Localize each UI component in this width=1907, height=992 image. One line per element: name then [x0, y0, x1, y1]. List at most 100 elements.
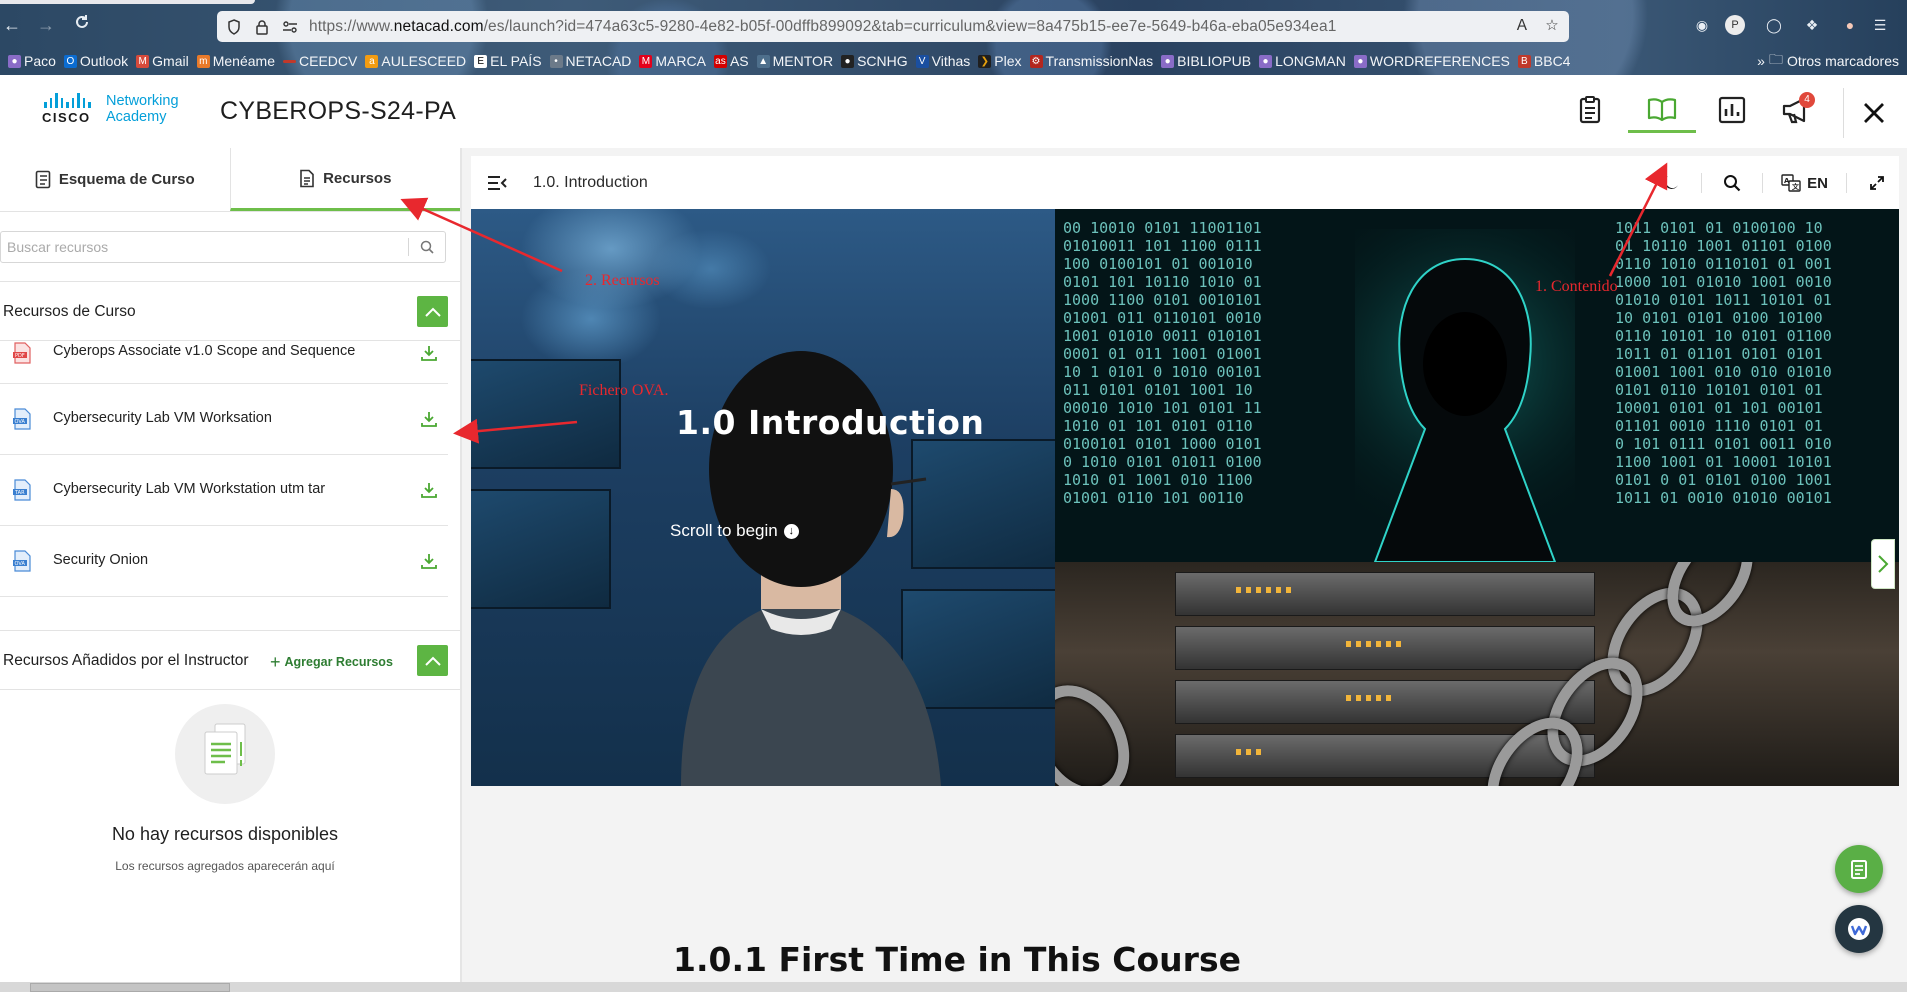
- resource-label: Cybersecurity Lab VM Workstation utm tar: [53, 481, 326, 497]
- resources-panel: Esquema de Curso Recursos Recursos de Cu…: [0, 148, 462, 982]
- toolbar-divider: [1762, 173, 1764, 193]
- bookmark-item[interactable]: ⚙ TransmissionNas: [1029, 53, 1153, 69]
- taskbar-window[interactable]: [30, 983, 230, 992]
- tracking-shield-icon[interactable]: [223, 16, 245, 38]
- content-toolbar: 1.0. Introduction A文 EN: [471, 156, 1899, 211]
- svg-text:TAR: TAR: [14, 490, 25, 496]
- announcements-button[interactable]: 4: [1762, 87, 1830, 133]
- svg-text:PDF: PDF: [15, 353, 25, 359]
- scroll-to-begin[interactable]: Scroll to begin ↓: [670, 521, 799, 541]
- tab-course-outline[interactable]: Esquema de Curso: [0, 148, 230, 211]
- list-item[interactable]: OVA Security Onion: [0, 526, 448, 597]
- annotation-recursos: 2. Recursos: [585, 272, 660, 289]
- dark-mode-toggle[interactable]: [1659, 171, 1683, 195]
- bookmark-item[interactable]: m Menéame: [196, 53, 275, 69]
- forward-button[interactable]: →: [34, 13, 58, 37]
- back-button[interactable]: ←: [0, 13, 24, 37]
- download-icon[interactable]: [420, 410, 438, 428]
- permissions-icon[interactable]: [279, 16, 301, 38]
- add-resources-button[interactable]: + Agregar Recursos: [270, 652, 393, 672]
- bar-chart-icon: [1718, 96, 1746, 124]
- empty-state: No hay recursos disponibles Los recursos…: [0, 704, 450, 873]
- instructor-resources-header[interactable]: Recursos Añadidos por el Instructor + Agr…: [0, 630, 460, 690]
- tab-resources[interactable]: Recursos: [229, 148, 460, 211]
- as-icon: as: [713, 54, 727, 68]
- fullscreen-button[interactable]: [1865, 171, 1889, 195]
- svg-text:OVA: OVA: [15, 419, 26, 425]
- hero-banner: 00 10010 0101 11001101 01010011 101 1100…: [471, 209, 1899, 786]
- bookmark-item[interactable]: ▲ MENTOR: [756, 53, 833, 69]
- language-selector[interactable]: A文 EN: [1781, 174, 1828, 192]
- pdf-file-icon: PDF: [13, 342, 31, 364]
- content-book-button[interactable]: [1628, 87, 1696, 133]
- bookmark-item[interactable]: ● WORDREFERENCES: [1353, 53, 1510, 69]
- close-icon: [1863, 103, 1884, 123]
- course-title: CYBEROPS-S24-PA: [220, 97, 457, 125]
- elpais-icon: E: [474, 54, 488, 68]
- app-menu-extra-icon[interactable]: ●: [1838, 13, 1862, 37]
- assistant-bot-icon: [1848, 918, 1870, 940]
- plus-icon: +: [270, 652, 281, 672]
- download-icon[interactable]: [420, 481, 438, 499]
- collapse-instructor-resources-button[interactable]: [417, 645, 448, 676]
- bookmark-star-icon[interactable]: ☆: [1541, 15, 1563, 37]
- collapse-course-resources-button[interactable]: [417, 296, 448, 327]
- assignments-button[interactable]: [1556, 87, 1624, 133]
- address-bar[interactable]: https://www.netacad.com/es/launch?id=474…: [217, 11, 1569, 42]
- bookmark-item[interactable]: CEEDCV: [283, 53, 357, 69]
- list-item[interactable]: OVA Cybersecurity Lab VM Worksation: [0, 384, 448, 455]
- download-icon[interactable]: [420, 552, 438, 570]
- course-resources-header[interactable]: Recursos de Curso: [0, 281, 460, 341]
- grades-button[interactable]: [1698, 87, 1766, 133]
- download-icon[interactable]: [420, 344, 438, 362]
- hamburger-menu-icon[interactable]: ☰: [1868, 13, 1892, 37]
- course-resources-title: Recursos de Curso: [3, 303, 136, 320]
- pocket-icon[interactable]: ◉: [1690, 13, 1714, 37]
- marca-icon: M: [639, 54, 653, 68]
- account-avatar-icon[interactable]: P: [1725, 15, 1745, 35]
- bookmark-item[interactable]: E EL PAÍS: [474, 53, 542, 69]
- bookmark-item[interactable]: B BBC4: [1517, 53, 1570, 69]
- search-content-button[interactable]: [1720, 171, 1744, 195]
- notes-button[interactable]: [1835, 845, 1883, 893]
- other-bookmarks[interactable]: » 🗀 Otros marcadores: [1757, 49, 1899, 73]
- outlook-icon: O: [63, 54, 77, 68]
- empty-documents-illustration: [175, 704, 275, 804]
- os-status-strip: [0, 982, 1907, 992]
- bookmark-item[interactable]: ● SCNHG: [841, 53, 908, 69]
- close-button[interactable]: [1843, 88, 1903, 138]
- bookmark-item[interactable]: ● LONGMAN: [1259, 53, 1346, 69]
- bookmark-item[interactable]: ● BIBLIOPUB: [1161, 53, 1251, 69]
- search-input[interactable]: [1, 232, 408, 262]
- search-icon[interactable]: [409, 240, 445, 254]
- active-tab[interactable]: [0, 0, 255, 4]
- open-book-icon: [1647, 97, 1677, 121]
- notification-badge: 4: [1799, 92, 1815, 108]
- bookmark-item[interactable]: • NETACAD: [549, 53, 631, 69]
- assistant-bot-button[interactable]: [1835, 905, 1883, 953]
- reload-button[interactable]: [70, 13, 94, 37]
- cisco-networking-academy-logo[interactable]: CISCO Networking Academy: [42, 93, 179, 127]
- bookmark-item[interactable]: O Outlook: [63, 53, 128, 69]
- bookmark-item[interactable]: ❯ Plex: [978, 53, 1022, 69]
- translate-icon: A文: [1781, 174, 1801, 192]
- url-text[interactable]: https://www.netacad.com/es/launch?id=474…: [309, 18, 1336, 36]
- search-icon: [1724, 175, 1741, 192]
- chevron-up-icon: [424, 656, 441, 666]
- lock-icon[interactable]: [251, 16, 273, 38]
- hero-image-hacker: 00 10010 0101 11001101 01010011 101 1100…: [1055, 209, 1899, 562]
- extension-icon[interactable]: ◯: [1762, 13, 1786, 37]
- next-page-button[interactable]: [1871, 539, 1895, 589]
- list-item[interactable]: PDF Cyberops Associate v1.0 Scope and Se…: [0, 341, 448, 384]
- bookmark-item[interactable]: ● Paco: [8, 53, 56, 69]
- bookmark-item[interactable]: V Vithas: [915, 53, 970, 69]
- chevron-right-icon: »: [1757, 53, 1765, 69]
- bookmark-item[interactable]: as AS: [713, 53, 749, 69]
- collapse-menu-icon[interactable]: [486, 173, 508, 193]
- puzzle-extensions-icon[interactable]: ❖: [1800, 13, 1824, 37]
- translate-icon[interactable]: Ａ: [1511, 15, 1533, 37]
- bookmark-item[interactable]: M MARCA: [639, 53, 706, 69]
- bookmark-item[interactable]: a AULESCEED: [365, 53, 466, 69]
- bookmark-item[interactable]: M Gmail: [136, 53, 189, 69]
- list-item[interactable]: TAR Cybersecurity Lab VM Workstation utm…: [0, 455, 448, 526]
